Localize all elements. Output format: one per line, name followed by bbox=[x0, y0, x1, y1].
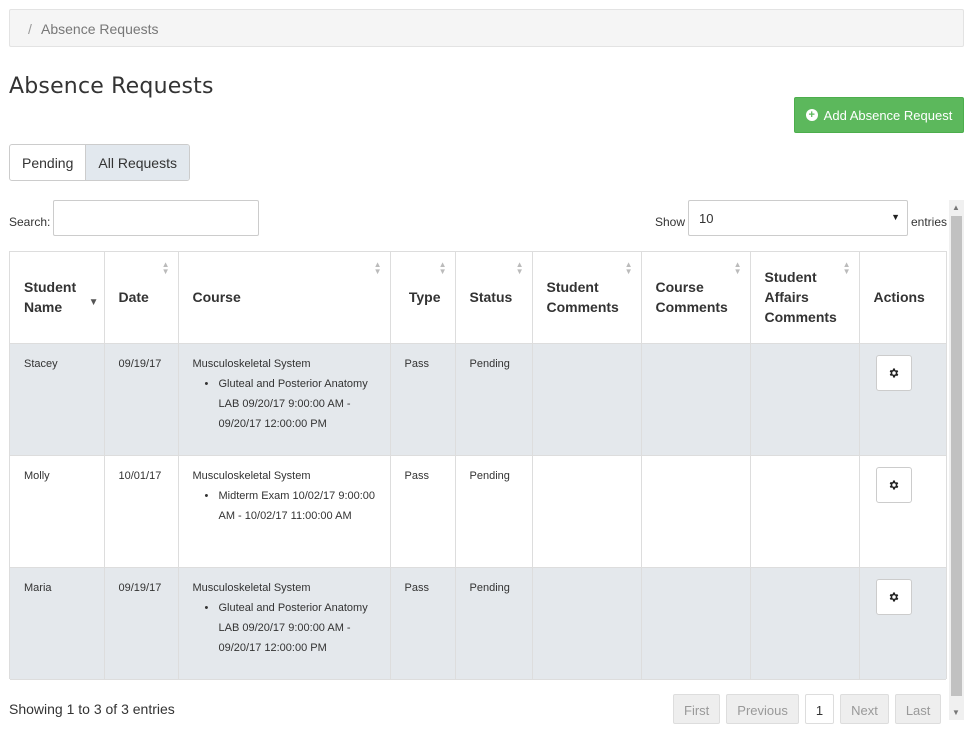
student-name-cell: Stacey bbox=[24, 357, 58, 370]
scroll-down-arrow-icon[interactable]: ▼ bbox=[952, 708, 960, 717]
page-scrollbar[interactable]: ▲ ▼ bbox=[949, 200, 964, 720]
student-comments-cell bbox=[532, 567, 642, 680]
entries-label: entries bbox=[911, 215, 948, 229]
gear-icon bbox=[889, 592, 898, 601]
scrollbar-thumb[interactable] bbox=[951, 216, 962, 696]
affairs-comments-cell bbox=[750, 567, 860, 680]
sort-desc-icon: ▼ bbox=[88, 297, 99, 308]
chevron-down-icon: ▼ bbox=[891, 212, 900, 222]
date-cell: 09/19/17 bbox=[118, 581, 162, 594]
status-cell: Pending bbox=[469, 469, 510, 482]
course-cell: Musculoskeletal System bbox=[192, 581, 311, 594]
status-cell: Pending bbox=[469, 581, 510, 594]
course-session-item: Midterm Exam 10/02/17 9:00:00 AM - 10/02… bbox=[205, 486, 376, 526]
table-row: Stacey 09/19/17 Musculoskeletal System G… bbox=[10, 343, 946, 456]
course-cell: Musculoskeletal System bbox=[192, 357, 311, 370]
breadcrumb: / Absence Requests bbox=[9, 9, 964, 47]
tab-pending[interactable]: Pending bbox=[10, 145, 85, 180]
tab-all-requests[interactable]: All Requests bbox=[85, 145, 189, 180]
pagination: First Previous 1 Next Last bbox=[673, 694, 942, 724]
course-comments-cell bbox=[641, 343, 751, 456]
column-header-student-comments[interactable]: Student Comments ▲ ▼ bbox=[532, 252, 642, 344]
date-cell: 09/19/17 bbox=[118, 357, 162, 370]
sort-icon: ▲ ▼ bbox=[438, 260, 447, 276]
actions-gear-button[interactable] bbox=[875, 578, 912, 615]
column-header-type[interactable]: Type ▲ ▼ bbox=[390, 252, 456, 344]
column-header-actions: Actions bbox=[859, 252, 946, 344]
student-name-cell: Molly bbox=[24, 469, 50, 482]
column-header-student-name[interactable]: Student Name ▼ bbox=[10, 252, 105, 344]
show-label: Show bbox=[655, 215, 686, 229]
column-header-status[interactable]: Status ▲ ▼ bbox=[455, 252, 533, 344]
type-cell: Pass bbox=[404, 469, 429, 482]
affairs-comments-cell bbox=[750, 343, 860, 456]
breadcrumb-current[interactable]: Absence Requests bbox=[41, 21, 159, 37]
sort-icon: ▲ ▼ bbox=[373, 260, 382, 276]
request-filter-tabs: Pending All Requests bbox=[9, 144, 190, 181]
sort-icon: ▲ ▼ bbox=[161, 260, 170, 276]
sort-icon: ▲ ▼ bbox=[842, 260, 851, 276]
page-title: Absence Requests bbox=[9, 74, 214, 99]
pagination-next[interactable]: Next bbox=[840, 694, 889, 724]
column-header-student-affairs-comments[interactable]: Student Affairs Comments ▲ ▼ bbox=[750, 252, 860, 344]
column-header-course[interactable]: Course ▲ ▼ bbox=[178, 252, 391, 344]
course-comments-cell bbox=[641, 567, 751, 680]
pagination-page-1[interactable]: 1 bbox=[804, 694, 835, 724]
student-comments-cell bbox=[532, 455, 642, 568]
gear-icon bbox=[889, 368, 898, 377]
entries-per-page-select[interactable]: 10 ▼ bbox=[688, 200, 908, 236]
pagination-previous[interactable]: Previous bbox=[726, 694, 799, 724]
pagination-last[interactable]: Last bbox=[894, 694, 942, 724]
entries-per-page-value: 10 bbox=[699, 211, 714, 226]
plus-circle-icon: + bbox=[805, 109, 818, 121]
pagination-first[interactable]: First bbox=[673, 694, 721, 724]
course-session-item: Gluteal and Posterior Anatomy LAB 09/20/… bbox=[205, 374, 376, 434]
search-input[interactable] bbox=[53, 200, 259, 236]
course-session-item: Gluteal and Posterior Anatomy LAB 09/20/… bbox=[205, 598, 376, 658]
breadcrumb-separator: / bbox=[28, 21, 32, 37]
column-header-course-comments[interactable]: Course Comments ▲ ▼ bbox=[641, 252, 751, 344]
status-cell: Pending bbox=[469, 357, 510, 370]
type-cell: Pass bbox=[404, 581, 429, 594]
sort-icon: ▲ ▼ bbox=[515, 260, 524, 276]
course-cell: Musculoskeletal System bbox=[192, 469, 311, 482]
search-label: Search: bbox=[9, 215, 51, 229]
add-absence-request-label: Add Absence Request bbox=[823, 107, 953, 123]
sort-icon: ▲ ▼ bbox=[733, 260, 742, 276]
absence-requests-table: Student Name ▼ Date ▲ ▼ Course ▲ ▼ Type ▲ ▼… bbox=[9, 251, 947, 680]
sort-icon: ▲ ▼ bbox=[624, 260, 633, 276]
table-info: Showing 1 to 3 of 3 entries bbox=[9, 701, 175, 717]
add-absence-request-button[interactable]: + Add Absence Request bbox=[794, 97, 964, 133]
column-header-date[interactable]: Date ▲ ▼ bbox=[104, 252, 179, 344]
scroll-up-arrow-icon[interactable]: ▲ bbox=[952, 203, 960, 212]
actions-gear-button[interactable] bbox=[875, 466, 912, 503]
actions-gear-button[interactable] bbox=[875, 354, 912, 391]
student-name-cell: Maria bbox=[24, 581, 52, 594]
table-header-row: Student Name ▼ Date ▲ ▼ Course ▲ ▼ Type ▲ ▼… bbox=[10, 252, 946, 344]
date-cell: 10/01/17 bbox=[118, 469, 162, 482]
gear-icon bbox=[889, 480, 898, 489]
student-comments-cell bbox=[532, 343, 642, 456]
table-row: Molly 10/01/17 Musculoskeletal System Mi… bbox=[10, 455, 946, 568]
type-cell: Pass bbox=[404, 357, 429, 370]
affairs-comments-cell bbox=[750, 455, 860, 568]
table-row: Maria 09/19/17 Musculoskeletal System Gl… bbox=[10, 567, 946, 680]
course-comments-cell bbox=[641, 455, 751, 568]
